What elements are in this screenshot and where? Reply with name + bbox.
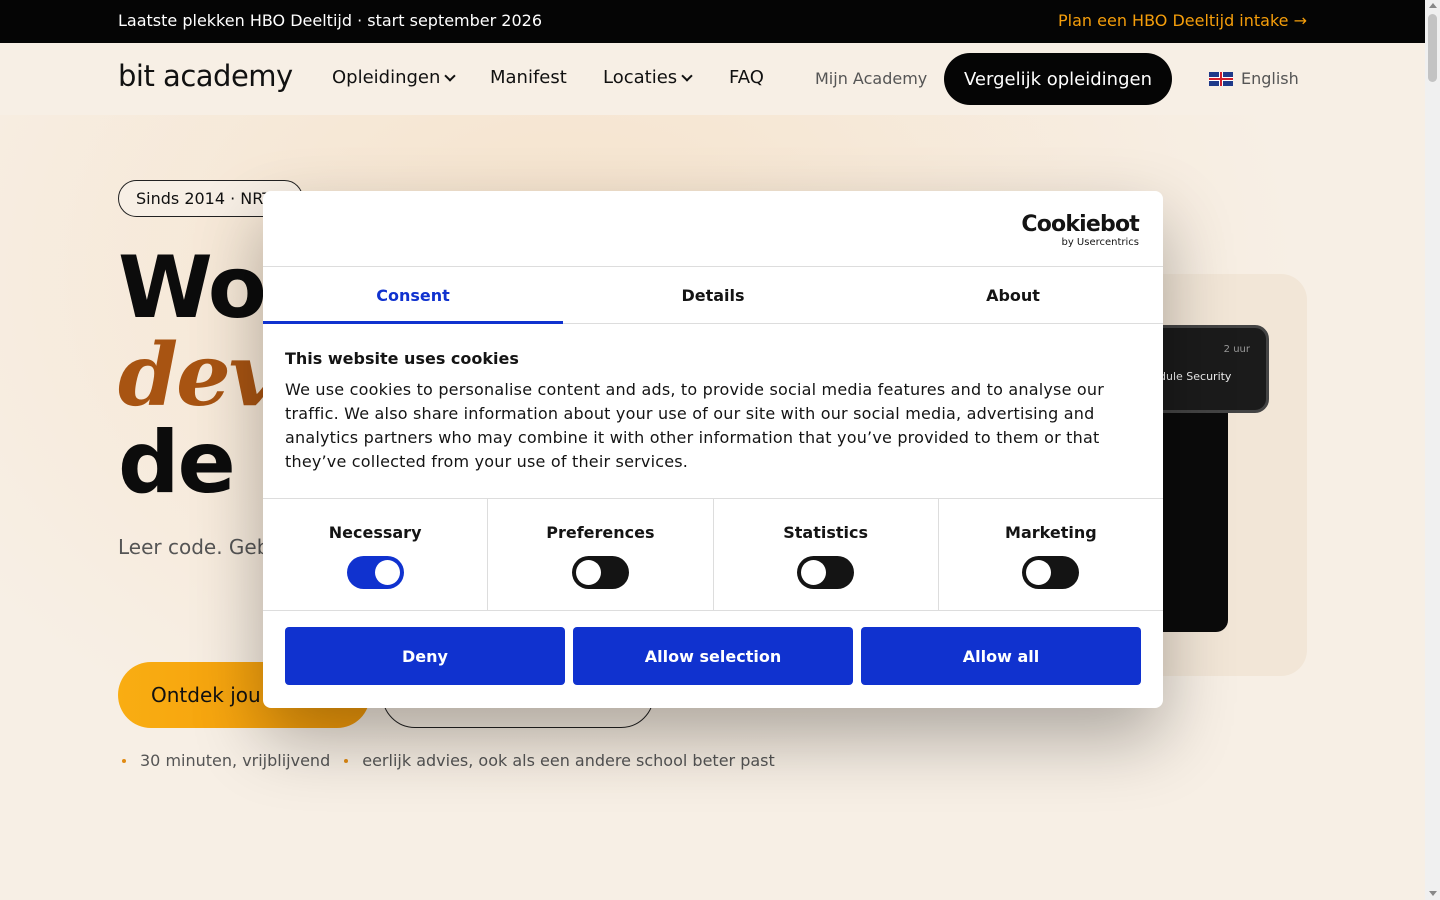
hero-bullets: 30 minuten, vrijblijvend eerlijk advies,… — [118, 751, 775, 770]
uk-flag-icon — [1209, 71, 1233, 86]
main-nav: bit academy Opleidingen Manifest Locatie… — [0, 43, 1425, 115]
dialog-tabs: Consent Details About — [263, 267, 1163, 324]
hero-headline-line1: Wo — [118, 238, 267, 338]
nav-item-label: Opleidingen — [332, 67, 441, 88]
toggle-knob — [575, 560, 601, 585]
intake-link[interactable]: Plan een HBO Deeltijd intake → — [1058, 11, 1307, 30]
bullet-dot — [122, 758, 126, 763]
category-label: Statistics — [783, 523, 868, 542]
dialog-description: We use cookies to personalise content an… — [285, 380, 1105, 471]
dialog-body: This website uses cookies We use cookies… — [285, 349, 1105, 474]
toggle-knob — [801, 560, 827, 585]
bullet-dot — [344, 758, 349, 763]
toggle-knob — [374, 560, 400, 585]
cookiebot-brand-sub: by Usercentrics — [1061, 237, 1139, 248]
allow-all-button[interactable]: Allow all — [861, 627, 1141, 685]
page-scrollbar[interactable] — [1425, 0, 1440, 900]
scrollbar-thumb[interactable] — [1428, 14, 1437, 82]
cookie-consent-dialog: Cookiebot by Usercentrics Consent Detail… — [263, 191, 1163, 708]
nav-item-locaties[interactable]: Locaties — [603, 67, 693, 88]
nav-item-label: Manifest — [490, 67, 567, 88]
category-label: Marketing — [1005, 523, 1097, 542]
category-statistics: Statistics — [714, 499, 939, 610]
chevron-down-icon — [681, 69, 693, 82]
necessary-toggle[interactable] — [346, 556, 404, 589]
mijn-academy-link[interactable]: Mijn Academy — [815, 69, 927, 88]
announcement-text: Laatste plekken HBO Deeltijd · start sep… — [118, 11, 543, 30]
notification-time: 2 uur — [1223, 344, 1250, 355]
marketing-toggle[interactable] — [1022, 556, 1080, 589]
language-label: English — [1241, 69, 1299, 88]
category-necessary: Necessary — [263, 499, 489, 610]
category-label: Preferences — [546, 523, 655, 542]
nav-item-label: Locaties — [603, 67, 678, 88]
allow-selection-button[interactable]: Allow selection — [573, 627, 853, 685]
dialog-header: Cookiebot by Usercentrics — [263, 191, 1163, 267]
cookie-categories: Necessary Preferences Statistics Marketi… — [263, 498, 1163, 611]
language-switcher[interactable]: English — [1209, 69, 1299, 88]
dialog-buttons: Deny Allow selection Allow all — [285, 627, 1141, 685]
bullet-item: 30 minuten, vrijblijvend — [140, 751, 331, 770]
cookiebot-brand: Cookiebot — [1021, 212, 1139, 237]
toggle-knob — [1026, 560, 1052, 585]
deny-button[interactable]: Deny — [285, 627, 565, 685]
bit-academy-logo[interactable]: bit academy — [118, 59, 293, 93]
bullet-item: eerlijk advies, ook als een andere schoo… — [362, 751, 775, 770]
category-marketing: Marketing — [939, 499, 1163, 610]
notification-text: dule Security — [1159, 370, 1232, 383]
scroll-up-arrow-icon[interactable] — [1429, 3, 1437, 8]
nav-item-opleidingen[interactable]: Opleidingen — [332, 67, 457, 88]
category-label: Necessary — [328, 523, 422, 542]
cookiebot-logo: Cookiebot by Usercentrics — [1021, 213, 1139, 249]
scroll-down-arrow-icon[interactable] — [1429, 891, 1437, 896]
nav-item-label: FAQ — [729, 67, 764, 88]
tab-details[interactable]: Details — [563, 267, 863, 323]
statistics-toggle[interactable] — [797, 556, 855, 589]
category-preferences: Preferences — [488, 499, 714, 610]
dialog-title: This website uses cookies — [285, 349, 519, 368]
compare-programs-button[interactable]: Vergelijk opleidingen — [944, 53, 1172, 105]
preferences-toggle[interactable] — [571, 556, 629, 589]
nav-item-manifest[interactable]: Manifest — [490, 67, 567, 88]
nav-item-faq[interactable]: FAQ — [729, 67, 764, 88]
tab-consent[interactable]: Consent — [263, 267, 563, 324]
announcement-bar: Laatste plekken HBO Deeltijd · start sep… — [0, 0, 1425, 43]
chevron-down-icon — [444, 69, 457, 82]
hero-headline-line2: dev — [118, 325, 279, 426]
tab-about[interactable]: About — [863, 267, 1163, 323]
